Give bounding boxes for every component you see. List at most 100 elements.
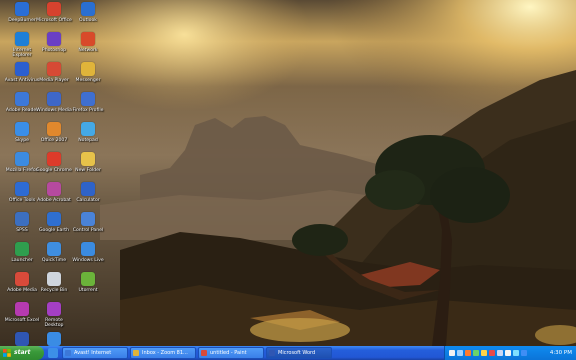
app-icon — [47, 2, 61, 16]
volume-icon[interactable] — [449, 350, 455, 356]
app-icon — [15, 212, 29, 226]
desktop-icon[interactable]: Network — [70, 32, 106, 53]
desktop-icon[interactable]: Office Tools — [4, 182, 40, 203]
app-icon — [15, 302, 29, 316]
bluetooth-icon[interactable] — [521, 350, 527, 356]
desktop-icon[interactable]: Windows Media — [36, 92, 72, 113]
desktop-icon-label: Recycle Bin — [40, 288, 68, 293]
window-app-icon — [133, 350, 139, 356]
desktop-icon[interactable]: Recycle Bin — [36, 272, 72, 293]
desktop-icon-label: SPSS — [16, 228, 28, 233]
desktop-icon-label: Microsoft Office — [36, 18, 72, 23]
antivirus-icon[interactable] — [465, 350, 471, 356]
app-icon — [15, 32, 29, 46]
desktop-icon[interactable]: Google Earth — [36, 212, 72, 233]
desktop-icon[interactable]: Avast Antivirus — [4, 62, 40, 83]
desktop-icon[interactable]: Notepad — [70, 122, 106, 143]
desktop-icon-label: Remote Desktop — [44, 318, 64, 328]
desktop-icon[interactable]: Launcher — [4, 242, 40, 263]
app-icon — [47, 62, 61, 76]
app-icon — [81, 62, 95, 76]
desktop-icon-label: Adobe Media — [7, 288, 37, 293]
desktop-icon[interactable]: Mozilla Firefox — [4, 152, 40, 173]
desktop-icon[interactable]: DeepBurner — [4, 2, 40, 23]
update-icon[interactable] — [481, 350, 487, 356]
desktop-icon[interactable]: Utorrent — [70, 272, 106, 293]
taskbar-window-button[interactable]: Inbox - Zoom 81... — [130, 347, 196, 359]
desktop-icon[interactable]: Microsoft Excel — [4, 302, 40, 323]
desktop-icon[interactable]: Microsoft Office — [36, 2, 72, 23]
desktop-icon-label: Internet Explorer — [12, 48, 32, 58]
desktop-icon[interactable]: Internet Explorer — [4, 32, 40, 58]
app-icon — [47, 32, 61, 46]
desktop-icon[interactable]: Messenger — [70, 62, 106, 83]
network-icon[interactable] — [457, 350, 463, 356]
desktop-icon[interactable]: New Folder — [70, 152, 106, 173]
desktop-icon-label: Notepad — [78, 138, 98, 143]
start-label: start — [14, 349, 31, 356]
app-icon — [81, 242, 95, 256]
desktop-icon[interactable]: Control Panel — [70, 212, 106, 233]
app-icon — [47, 332, 61, 346]
taskbar-window-button[interactable]: Microsoft Word — [266, 347, 332, 359]
desktop-icon-label: Skype — [15, 138, 29, 143]
taskbar-window-label: Microsoft Word — [278, 350, 316, 356]
desktop-icon-label: New Folder — [75, 168, 101, 173]
taskbar-window-label: Avast! Internet — [74, 350, 112, 356]
app-icon — [81, 182, 95, 196]
desktop-icon[interactable]: Office 2007 — [36, 122, 72, 143]
app-icon — [81, 212, 95, 226]
desktop-icon[interactable]: Windows Live — [70, 242, 106, 263]
taskbar-window-button[interactable]: Avast! Internet — [62, 347, 128, 359]
sync-icon[interactable] — [513, 350, 519, 356]
display-icon[interactable] — [497, 350, 503, 356]
desktop-icon[interactable]: Adobe Media — [4, 272, 40, 293]
messenger-icon[interactable] — [473, 350, 479, 356]
system-tray: 4:30 PM — [444, 346, 576, 360]
security-icon[interactable] — [489, 350, 495, 356]
desktop-icon[interactable]: Adobe Reader — [4, 92, 40, 113]
show-desktop-icon[interactable] — [48, 348, 58, 358]
desktop-icon[interactable]: Remote Desktop — [36, 302, 72, 328]
desktop-icon-label: Utorrent — [78, 288, 98, 293]
app-icon — [81, 32, 95, 46]
app-icon — [47, 242, 61, 256]
desktop-icon[interactable]: Adobe Acrobat — [36, 182, 72, 203]
desktop-icon-label: Adobe Acrobat — [37, 198, 71, 203]
desktop-icon-label: Media Player — [39, 78, 69, 83]
clock[interactable]: 4:30 PM — [550, 346, 572, 360]
power-icon[interactable] — [505, 350, 511, 356]
desktop-icon[interactable]: SPSS — [4, 212, 40, 233]
taskbar-window-button[interactable]: untitled - Paint — [198, 347, 264, 359]
app-icon — [81, 272, 95, 286]
desktop-icon[interactable]: Media Player — [36, 62, 72, 83]
app-icon — [47, 122, 61, 136]
desktop-icon[interactable]: Calculator — [70, 182, 106, 203]
desktop-icon-label: Google Chrome — [36, 168, 72, 173]
app-icon — [47, 272, 61, 286]
app-icon — [47, 302, 61, 316]
desktop-icon[interactable]: Firefox Profile — [70, 92, 106, 113]
app-icon — [47, 92, 61, 106]
desktop-icon-label: Firefox Profile — [72, 108, 104, 113]
taskbar-window-label: untitled - Paint — [210, 350, 247, 356]
desktop-icon[interactable]: QuickTime — [36, 242, 72, 263]
app-icon — [15, 272, 29, 286]
desktop-icon-label: Office Tools — [8, 198, 36, 203]
window-app-icon — [201, 350, 207, 356]
app-icon — [81, 152, 95, 166]
desktop-icon[interactable]: Google Chrome — [36, 152, 72, 173]
desktop-icon-label: Outlook — [79, 18, 97, 23]
window-app-icon — [269, 350, 275, 356]
desktop-icon[interactable]: Photoshop — [36, 32, 72, 53]
desktop-icon-label: DeepBurner — [8, 18, 36, 23]
desktop-icon-label: Avast Antivirus — [4, 78, 40, 83]
start-button[interactable]: start — [0, 346, 44, 360]
taskbar: start Avast! Internet Inbox - Zoom 81... u… — [0, 346, 576, 360]
app-icon — [81, 92, 95, 106]
app-icon — [47, 152, 61, 166]
windows-logo-icon — [3, 349, 11, 357]
desktop-icon-label: Launcher — [11, 258, 33, 263]
desktop-icon[interactable]: Outlook — [70, 2, 106, 23]
desktop-icon[interactable]: Skype — [4, 122, 40, 143]
